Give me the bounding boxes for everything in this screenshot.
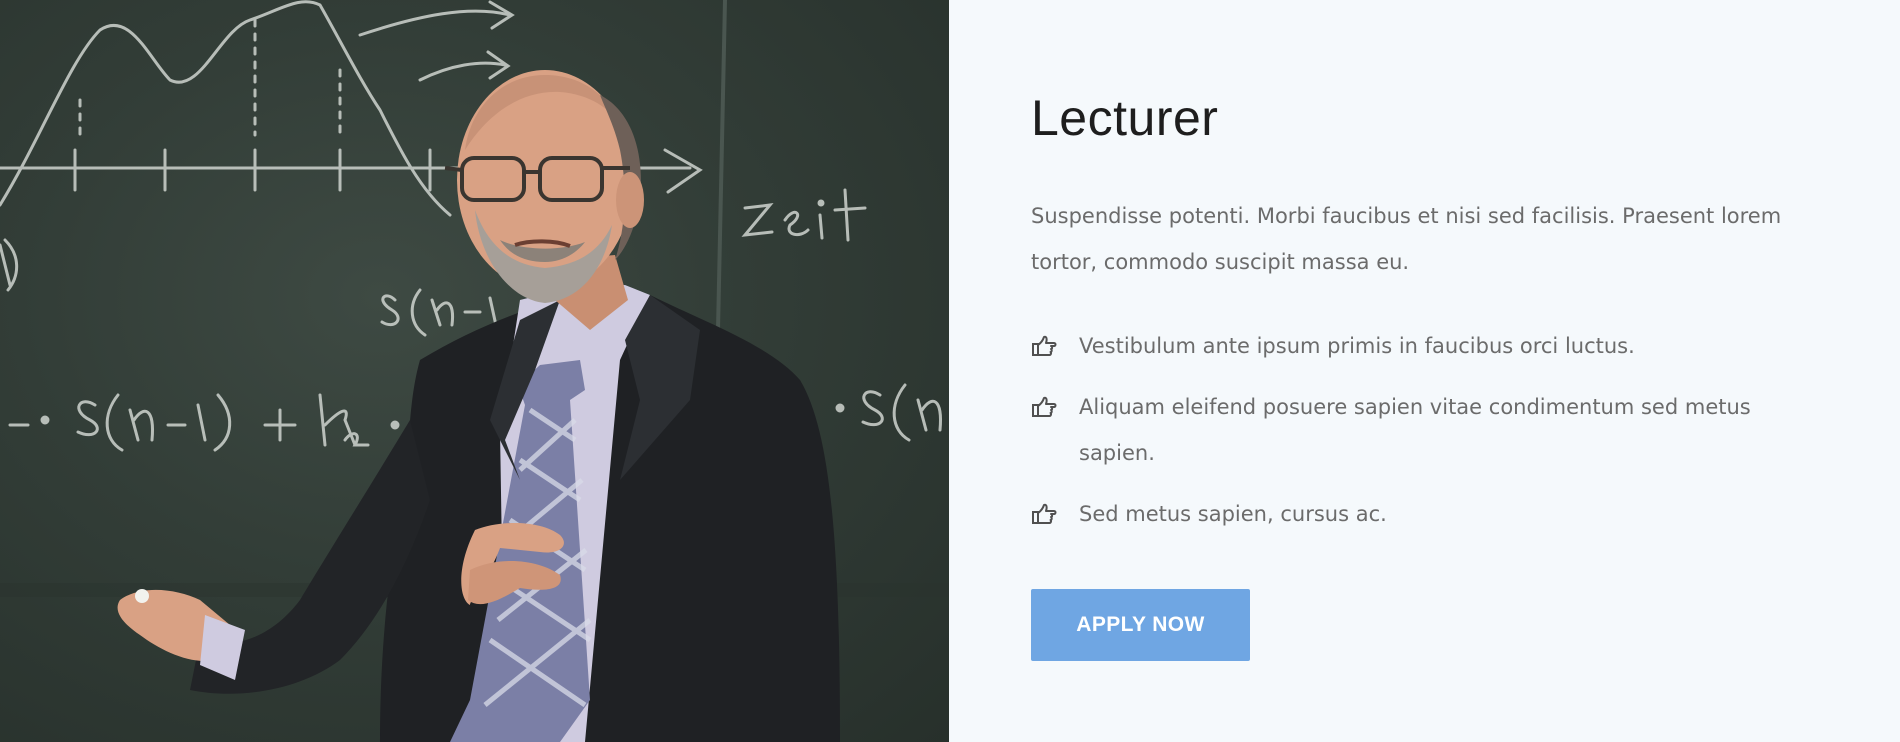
hand-pointing-right-icon bbox=[1031, 491, 1079, 537]
page: Lecturer Suspendisse potenti. Morbi fauc… bbox=[0, 0, 1900, 742]
lecturer-figure bbox=[117, 70, 840, 742]
job-description: Suspendisse potenti. Morbi faucibus et n… bbox=[1031, 204, 1782, 274]
feature-text: Vestibulum ante ipsum primis in faucibus… bbox=[1079, 334, 1635, 358]
page-title: Lecturer bbox=[1031, 90, 1219, 146]
job-details: Lecturer Suspendisse potenti. Morbi fauc… bbox=[949, 0, 1900, 742]
hand-pointing-right-icon bbox=[1031, 384, 1079, 430]
hand-pointing-right-icon bbox=[1031, 323, 1079, 369]
list-item: Aliquam eleifend posuere sapien vitae co… bbox=[1031, 384, 1791, 476]
feature-list: Vestibulum ante ipsum primis in faucibus… bbox=[1031, 323, 1791, 552]
list-item: Sed metus sapien, cursus ac. bbox=[1031, 491, 1791, 537]
apply-now-button[interactable]: APPLY NOW bbox=[1031, 589, 1250, 661]
list-item: Vestibulum ante ipsum primis in faucibus… bbox=[1031, 323, 1791, 369]
lecturer-photo bbox=[0, 0, 949, 742]
feature-text: Sed metus sapien, cursus ac. bbox=[1079, 502, 1387, 526]
feature-text: Aliquam eleifend posuere sapien vitae co… bbox=[1079, 395, 1751, 465]
